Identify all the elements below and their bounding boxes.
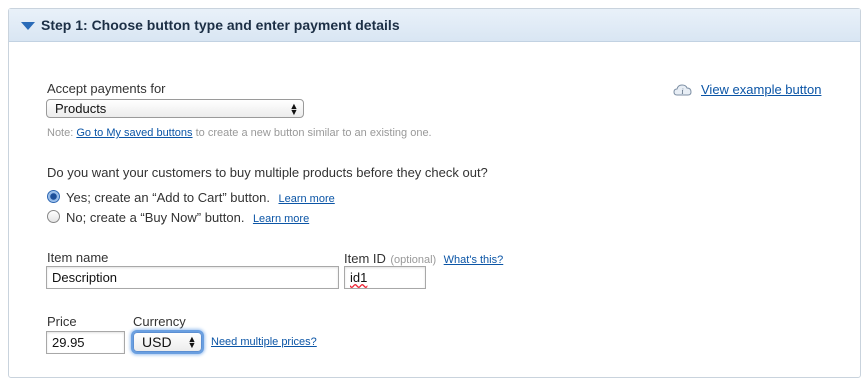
collapse-triangle-icon[interactable] <box>21 22 35 30</box>
saved-buttons-link[interactable]: Go to My saved buttons <box>76 127 192 139</box>
multiple-prices-link[interactable]: Need multiple prices? <box>211 336 317 348</box>
multiple-products-question: Do you want your customers to buy multip… <box>47 165 488 180</box>
price-input[interactable]: 29.95 <box>46 331 125 354</box>
currency-value: USD <box>142 334 172 350</box>
option-buy-now: No; create a “Buy Now” button. Learn mor… <box>66 209 309 227</box>
option-add-to-cart: Yes; create an “Add to Cart” button. Lea… <box>66 189 335 207</box>
currency-select[interactable]: USD ▲ ▼ <box>133 332 202 352</box>
currency-label: Currency <box>133 314 186 329</box>
add-to-cart-label: Yes; create an “Add to Cart” button. <box>66 190 271 205</box>
svg-text:i: i <box>681 87 683 96</box>
view-example-link[interactable]: View example button <box>701 82 821 97</box>
item-name-input[interactable]: Description <box>46 266 339 289</box>
radio-buy-now[interactable] <box>47 210 60 223</box>
item-id-value: id1 <box>350 270 368 285</box>
currency-arrows-icon: ▲ ▼ <box>187 334 197 350</box>
item-id-help-link[interactable]: What's this? <box>444 254 504 266</box>
item-id-input[interactable]: id1 <box>344 266 426 289</box>
item-name-value: Description <box>52 270 118 285</box>
item-id-label: Item ID <box>344 251 386 266</box>
view-example[interactable]: i View example button <box>673 82 821 97</box>
accept-payments-value: Products <box>55 101 107 116</box>
buy-now-learn-more[interactable]: Learn more <box>253 213 309 225</box>
item-id-optional: (optional) <box>390 254 437 266</box>
accept-payments-label: Accept payments for <box>47 81 166 96</box>
saved-buttons-note: Note: Go to My saved buttons to create a… <box>47 127 432 139</box>
buy-now-label: No; create a “Buy Now” button. <box>66 210 245 225</box>
accept-payments-select[interactable]: Products ▲ ▼ <box>46 99 304 118</box>
add-to-cart-learn-more[interactable]: Learn more <box>278 193 334 205</box>
step-header[interactable]: Step 1: Choose button type and enter pay… <box>9 9 860 42</box>
step-title: Step 1: Choose button type and enter pay… <box>41 17 400 33</box>
item-name-label: Item name <box>47 250 109 265</box>
help-cloud-icon: i <box>673 83 692 96</box>
radio-add-to-cart[interactable] <box>47 190 60 203</box>
select-arrows-icon: ▲ ▼ <box>289 100 299 117</box>
price-label: Price <box>47 314 77 329</box>
note-prefix: Note: <box>47 127 74 139</box>
note-suffix: to create a new button similar to an exi… <box>195 127 432 139</box>
price-value: 29.95 <box>52 335 85 350</box>
